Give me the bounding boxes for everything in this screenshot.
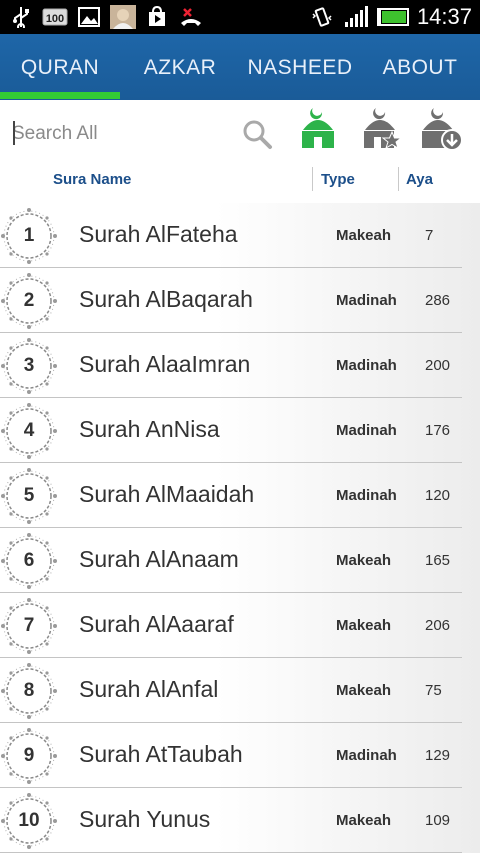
- sura-number: 5: [23, 485, 35, 506]
- sura-name: Surah AlAaaraf: [79, 611, 234, 637]
- sura-row[interactable]: 7 Surah AlAaaraf Makeah 206: [0, 593, 480, 658]
- sura-number: 7: [23, 615, 35, 636]
- column-header-sura-name[interactable]: Sura Name: [53, 171, 131, 197]
- sura-number-badge: 1: [0, 206, 60, 266]
- sura-row[interactable]: 3 Surah AlaaImran Madinah 200: [0, 333, 480, 398]
- sura-aya-count: 206: [425, 617, 451, 634]
- sura-type: Makeah: [336, 617, 392, 634]
- sura-number: 6: [23, 550, 35, 571]
- sura-aya-count: 109: [425, 812, 451, 829]
- search-row: [0, 100, 480, 166]
- clock: 14:37: [416, 4, 472, 29]
- sura-name: Surah AlaaImran: [79, 351, 251, 377]
- sura-name: Surah Yunus: [79, 806, 211, 832]
- search-icon[interactable]: [241, 118, 273, 155]
- sura-type: Madinah: [336, 357, 397, 374]
- sura-aya-count: 129: [425, 747, 451, 764]
- sura-type: Madinah: [336, 747, 397, 764]
- sura-type: Makeah: [336, 682, 392, 699]
- sura-row[interactable]: 9 Surah AtTaubah Madinah 129: [0, 723, 480, 788]
- sura-number-badge: 9: [0, 726, 60, 786]
- sura-type: Madinah: [336, 422, 397, 439]
- mosque-home-icon[interactable]: [300, 104, 336, 155]
- mosque-favorites-icon[interactable]: [362, 104, 403, 155]
- column-divider: [398, 167, 399, 191]
- sura-number-badge: 2: [0, 271, 60, 331]
- sura-name: Surah AtTaubah: [79, 741, 243, 767]
- gallery-icon: [76, 5, 102, 29]
- sura-number-badge: 6: [0, 531, 60, 591]
- tab-quran[interactable]: QURAN: [0, 34, 120, 100]
- tab-bar: QURAN AZKAR NASHEED ABOUT: [0, 34, 480, 100]
- sura-aya-count: 200: [425, 357, 451, 374]
- sura-type: Makeah: [336, 227, 392, 244]
- column-header-type[interactable]: Type: [321, 171, 355, 197]
- usb-icon: [8, 5, 34, 29]
- sura-name: Surah AlAnfal: [79, 676, 219, 702]
- sura-row[interactable]: 1 Surah AlFateha Makeah 7: [0, 203, 480, 268]
- missed-call-icon: [178, 5, 204, 29]
- sura-number-badge: 3: [0, 336, 60, 396]
- sura-number-badge: 10: [0, 791, 60, 851]
- tab-azkar[interactable]: AZKAR: [120, 34, 240, 100]
- sura-aya-count: 165: [425, 552, 451, 569]
- sura-name: Surah AlFateha: [79, 221, 238, 247]
- sura-aya-count: 286: [425, 292, 451, 309]
- contact-photo: [110, 5, 136, 29]
- sura-name: Surah AnNisa: [79, 416, 220, 442]
- tab-about[interactable]: ABOUT: [360, 34, 480, 100]
- sura-number: 2: [23, 290, 35, 311]
- sura-name: Surah AlAnaam: [79, 546, 239, 572]
- sura-number: 1: [23, 225, 35, 246]
- svg-text:100: 100: [46, 13, 64, 25]
- sura-type: Madinah: [336, 292, 397, 309]
- sura-aya-count: 120: [425, 487, 451, 504]
- sura-row[interactable]: 2 Surah AlBaqarah Madinah 286: [0, 268, 480, 333]
- sura-number: 3: [23, 355, 35, 376]
- sura-aya-count: 176: [425, 422, 451, 439]
- sura-number-badge: 8: [0, 661, 60, 721]
- row-divider: [0, 852, 462, 853]
- sura-type: Madinah: [336, 487, 397, 504]
- sura-row[interactable]: 6 Surah AlAnaam Makeah 165: [0, 528, 480, 593]
- sura-name: Surah AlMaaidah: [79, 481, 255, 507]
- status-bar: 100 14:37: [0, 0, 480, 34]
- column-header-aya[interactable]: Aya: [406, 171, 433, 197]
- mosque-download-icon[interactable]: [420, 104, 464, 157]
- play-store-icon: [144, 5, 170, 29]
- sura-number-badge: 5: [0, 466, 60, 526]
- sura-row[interactable]: 8 Surah AlAnfal Makeah 75: [0, 658, 480, 723]
- search-input[interactable]: [10, 116, 224, 152]
- sura-number-badge: 7: [0, 596, 60, 656]
- sura-number: 4: [23, 420, 35, 441]
- sura-row[interactable]: 10 Surah Yunus Makeah 109: [0, 788, 480, 853]
- battery-icon: [376, 5, 409, 29]
- sura-type: Makeah: [336, 552, 392, 569]
- sura-row[interactable]: 4 Surah AnNisa Madinah 176: [0, 398, 480, 463]
- sura-row[interactable]: 5 Surah AlMaaidah Madinah 120: [0, 463, 480, 528]
- selected-tab-indicator: [0, 92, 120, 99]
- sura-aya-count: 75: [425, 682, 442, 699]
- sura-number-badge: 4: [0, 401, 60, 461]
- signal-icon: [343, 5, 369, 29]
- sura-aya-count: 7: [425, 227, 434, 244]
- sura-name: Surah AlBaqarah: [79, 286, 253, 312]
- sura-number: 10: [18, 810, 40, 831]
- vibrate-icon: [309, 5, 335, 29]
- sura-type: Makeah: [336, 812, 392, 829]
- sura-number: 9: [23, 745, 35, 766]
- text-cursor: [13, 121, 15, 145]
- tab-nasheed[interactable]: NASHEED: [240, 34, 360, 100]
- column-divider: [312, 167, 313, 191]
- battery-badge-icon: 100: [42, 5, 68, 29]
- sura-number: 8: [23, 680, 35, 701]
